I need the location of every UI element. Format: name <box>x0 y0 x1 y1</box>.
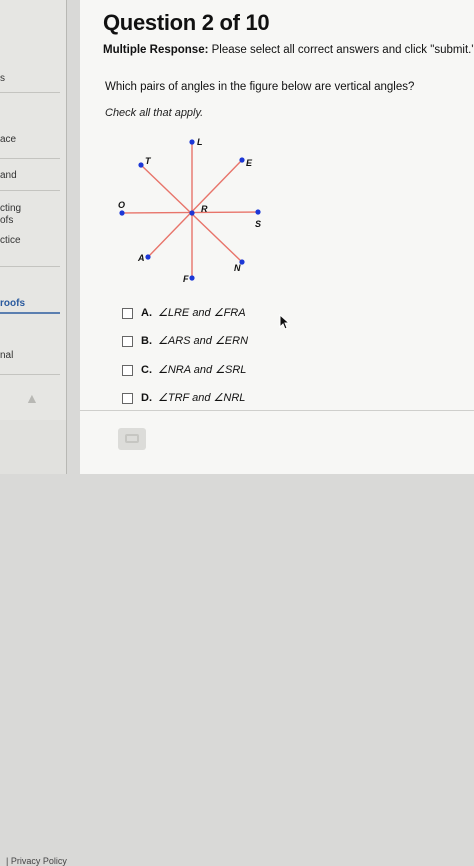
sidebar-divider <box>0 266 60 267</box>
print-button[interactable] <box>118 428 146 450</box>
point-a <box>145 254 151 260</box>
sidebar-divider <box>0 158 60 159</box>
sidebar-divider <box>0 374 60 375</box>
sidebar-divider <box>0 190 60 191</box>
option-c-checkbox[interactable] <box>122 364 133 376</box>
option-a-letter: A. <box>141 307 152 319</box>
option-c-text: ∠NRA and ∠SRL <box>158 364 247 376</box>
option-d[interactable]: D. ∠TRF and ∠NRL <box>122 391 245 407</box>
option-d-letter: D. <box>141 392 152 404</box>
option-a[interactable]: A. ∠LRE and ∠FRA <box>122 306 246 322</box>
point-l <box>189 139 195 145</box>
sidebar-divider <box>0 92 60 93</box>
label-s: S <box>255 219 261 229</box>
option-a-checkbox[interactable] <box>122 307 133 319</box>
label-f: F <box>183 274 189 284</box>
label-o: O <box>118 200 125 210</box>
point-s <box>255 209 261 215</box>
point-e <box>239 157 245 163</box>
sidebar-item[interactable]: ofs <box>0 215 13 226</box>
sidebar-active-underline <box>0 312 60 314</box>
footer-divider <box>80 410 474 411</box>
point-t <box>138 162 144 168</box>
sidebar-item-active[interactable]: roofs <box>0 298 25 309</box>
point-o <box>119 210 125 216</box>
label-e: E <box>246 158 253 168</box>
sidebar-item[interactable]: ctice <box>0 235 21 246</box>
option-c[interactable]: C. ∠NRA and ∠SRL <box>122 363 246 379</box>
check-all-hint: Check all that apply. <box>105 107 204 119</box>
instruction-line: Multiple Response: Please select all cor… <box>103 44 474 56</box>
question-title: Question 2 of 10 <box>103 10 270 35</box>
sidebar-item[interactable]: ace <box>0 134 16 145</box>
instruction-text: Please select all correct answers and cl… <box>211 44 474 56</box>
scroll-up-icon[interactable]: ▲ <box>25 390 39 406</box>
label-r: R <box>201 204 208 214</box>
sidebar-item[interactable]: s <box>0 73 5 84</box>
label-n: N <box>234 263 241 273</box>
sidebar-item[interactable]: cting <box>0 203 21 214</box>
option-d-text: ∠TRF and ∠NRL <box>158 392 246 404</box>
option-a-text: ∠LRE and ∠FRA <box>158 307 246 319</box>
sidebar: s ace and cting ofs ctice roofs nal ▲ | … <box>0 0 67 866</box>
point-f <box>189 275 195 281</box>
label-a: A <box>137 253 145 263</box>
label-t: T <box>145 156 152 166</box>
sidebar-footer: | Privacy Policy <box>0 420 67 866</box>
line-ea <box>147 159 243 258</box>
option-b-text: ∠ARS and ∠ERN <box>158 335 249 347</box>
privacy-policy-link[interactable]: | Privacy Policy <box>6 856 67 866</box>
option-d-checkbox[interactable] <box>122 392 133 404</box>
angle-figure: L F E A S O T N R <box>118 137 261 284</box>
question-type-label: Multiple Response: <box>103 44 209 56</box>
sidebar-item[interactable]: and <box>0 170 17 181</box>
panel-divider <box>66 0 67 474</box>
point-r <box>189 210 195 216</box>
label-l: L <box>197 137 203 147</box>
sidebar-item[interactable]: nal <box>0 350 13 361</box>
mouse-cursor-icon <box>279 314 291 330</box>
option-b-checkbox[interactable] <box>122 335 133 347</box>
question-prompt: Which pairs of angles in the figure belo… <box>105 81 415 93</box>
option-b[interactable]: B. ∠ARS and ∠ERN <box>122 334 248 350</box>
option-b-letter: B. <box>141 335 152 347</box>
option-c-letter: C. <box>141 364 152 376</box>
